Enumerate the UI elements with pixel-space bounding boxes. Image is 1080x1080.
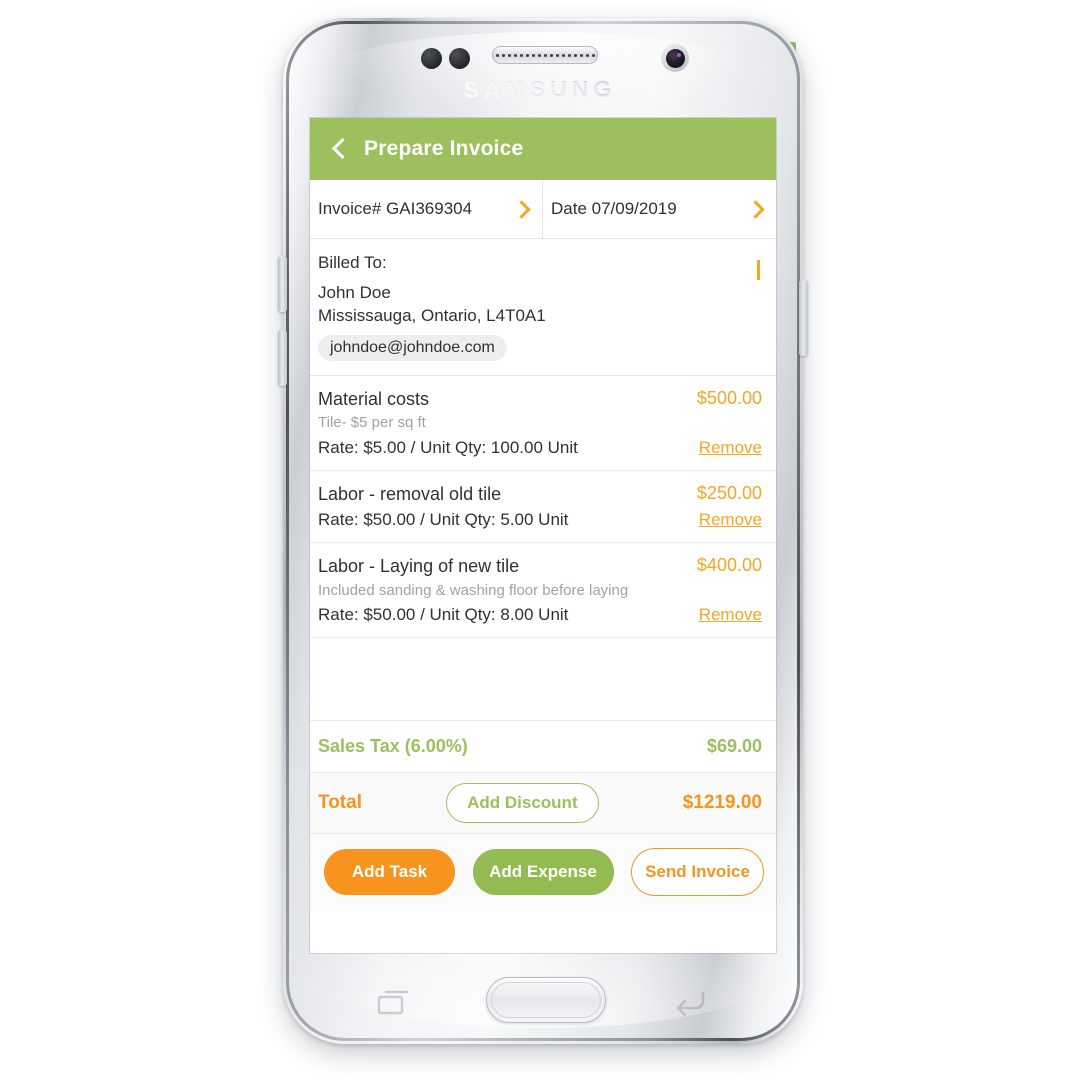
line-item-amount: $400.00: [696, 555, 762, 576]
screenshot-root: SAMSUNG Prepare Invoice Invoice# GAI3693…: [0, 0, 1080, 1080]
page-title: Prepare Invoice: [364, 137, 524, 160]
add-expense-button[interactable]: Add Expense: [472, 849, 614, 896]
earpiece-speaker-icon: [492, 46, 598, 64]
invoice-date-field[interactable]: Date 07/09/2019: [543, 180, 776, 238]
line-item-header: Labor - Laying of new tile $400.00: [318, 555, 762, 578]
remove-item-link[interactable]: Remove: [699, 438, 762, 458]
customer-address: Mississauga, Ontario, L4T0A1: [318, 305, 546, 325]
invoice-meta-row: Invoice# GAI369304 Date 07/09/2019: [310, 180, 776, 239]
add-discount-button[interactable]: Add Discount: [446, 783, 599, 824]
line-item-rate: Rate: $50.00 / Unit Qty: 8.00 Unit: [318, 605, 569, 625]
line-item-header: Labor - removal old tile $250.00: [318, 483, 762, 506]
home-button[interactable]: [486, 977, 606, 1023]
sales-tax-amount: $69.00: [706, 736, 762, 757]
line-item-description: Included sanding & washing floor before …: [318, 581, 629, 599]
send-invoice-button[interactable]: Send Invoice: [631, 848, 764, 897]
remove-item-link[interactable]: Remove: [699, 510, 762, 530]
sales-tax-row: Sales Tax (6.00%) $69.00: [310, 721, 776, 774]
line-item-footer: Rate: $50.00 / Unit Qty: 8.00 Unit Remov…: [318, 605, 762, 625]
total-amount: $1219.00: [682, 792, 762, 814]
line-item-name: Material costs: [318, 388, 430, 409]
line-item: Labor - removal old tile $250.00 Rate: $…: [310, 470, 776, 544]
invoice-number-field[interactable]: Invoice# GAI369304: [310, 180, 543, 238]
billed-to-heading: Billed To:: [318, 253, 387, 272]
chevron-right-icon: [757, 260, 760, 280]
line-item-header: Material costs $500.00: [318, 388, 762, 411]
recents-nav-icon[interactable]: [376, 988, 410, 1016]
line-item-description: Tile- $5 per sq ft: [318, 414, 426, 432]
back-nav-icon[interactable]: [672, 988, 708, 1016]
total-row: Total Add Discount $1219.00: [310, 773, 776, 835]
app-header: Prepare Invoice: [310, 118, 776, 180]
line-item-name: Labor - Laying of new tile: [318, 556, 520, 577]
samsung-brand-logo: SAMSUNG: [0, 76, 1080, 103]
volume-up-button[interactable]: [278, 256, 287, 312]
action-button-bar: Add Task Add Expense Send Invoice: [310, 834, 776, 913]
line-item-amount: $500.00: [696, 387, 762, 408]
chevron-right-icon: [512, 199, 531, 219]
light-sensor-icon: [449, 48, 470, 69]
line-item: Labor - Laying of new tile $400.00 Inclu…: [310, 543, 776, 639]
power-button[interactable]: [799, 280, 808, 356]
customer-email-chip: johndoe@johndoe.com: [318, 334, 507, 361]
line-item-footer: Rate: $50.00 / Unit Qty: 5.00 Unit Remov…: [318, 510, 762, 530]
invoice-number-label: Invoice# GAI369304: [318, 199, 473, 218]
line-item-rate: Rate: $5.00 / Unit Qty: 100.00 Unit: [318, 437, 578, 457]
app-screen: Prepare Invoice Invoice# GAI369304 Date …: [310, 118, 776, 953]
customer-name: John Doe: [318, 283, 391, 302]
invoice-date-label: Date 07/09/2019: [551, 199, 677, 218]
billed-to-section[interactable]: Billed To: John Doe Mississauga, Ontario…: [310, 239, 776, 376]
line-item-rate: Rate: $50.00 / Unit Qty: 5.00 Unit: [318, 510, 569, 530]
line-item-name: Labor - removal old tile: [318, 483, 502, 504]
line-item-footer: Rate: $5.00 / Unit Qty: 100.00 Unit Remo…: [318, 438, 762, 458]
line-item-amount: $250.00: [696, 482, 762, 503]
remove-item-link[interactable]: Remove: [699, 605, 762, 625]
front-camera-icon: [661, 44, 689, 72]
proximity-sensor-icon: [421, 48, 442, 69]
line-item: Material costs $500.00 Tile- $5 per sq f…: [310, 375, 776, 471]
add-task-button[interactable]: Add Task: [324, 849, 455, 896]
billed-to-chevron-wrap: [757, 260, 760, 281]
back-chevron-icon[interactable]: [328, 138, 350, 160]
empty-items-spacer: [310, 638, 776, 722]
chevron-right-icon: [746, 199, 765, 219]
sales-tax-label: Sales Tax (6.00%): [318, 736, 468, 757]
volume-down-button[interactable]: [278, 330, 287, 386]
total-label: Total: [318, 792, 362, 814]
